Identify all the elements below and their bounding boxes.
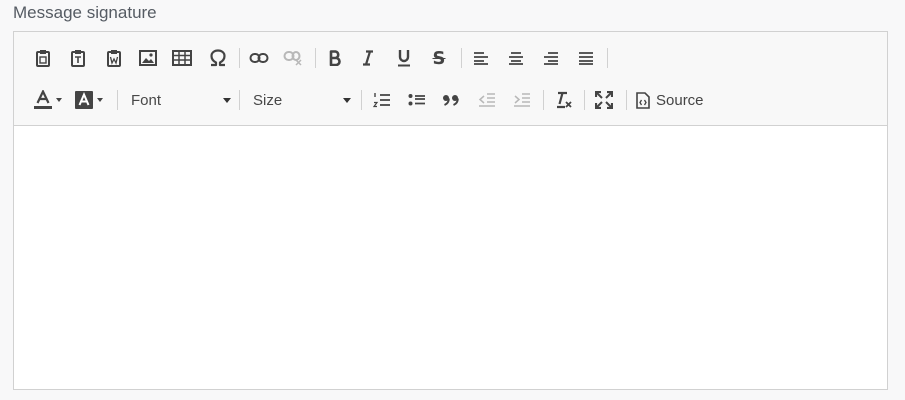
toolbar-separator bbox=[607, 48, 608, 68]
toolbar-separator bbox=[239, 48, 240, 68]
link-button[interactable] bbox=[245, 45, 273, 71]
paste-text-icon bbox=[71, 50, 85, 67]
toolbar-separator bbox=[239, 90, 240, 110]
paste-word-icon bbox=[107, 50, 121, 67]
toolbar-separator bbox=[584, 90, 585, 110]
toolbar-separator bbox=[543, 90, 544, 110]
toolbar-separator bbox=[117, 90, 118, 110]
chevron-down-icon bbox=[343, 97, 351, 103]
table-button[interactable] bbox=[168, 45, 196, 71]
paste-icon bbox=[36, 50, 50, 67]
unlink-button[interactable] bbox=[279, 45, 307, 71]
chevron-down-icon bbox=[97, 98, 103, 102]
paste-text-button[interactable] bbox=[64, 45, 92, 71]
font-size-value: Size bbox=[253, 91, 283, 109]
maximize-button[interactable] bbox=[590, 87, 618, 113]
chevron-down-icon bbox=[56, 98, 62, 102]
underline-button[interactable] bbox=[390, 45, 418, 71]
special-char-button[interactable] bbox=[204, 45, 232, 71]
source-button[interactable]: Source bbox=[636, 87, 704, 113]
align-right-button[interactable] bbox=[537, 45, 565, 71]
text-color-button[interactable] bbox=[34, 87, 62, 113]
rich-text-editor: S Font Size Source bbox=[13, 31, 888, 390]
increase-indent-button[interactable] bbox=[508, 87, 536, 113]
toolbar-separator bbox=[315, 48, 316, 68]
numbered-list-icon bbox=[373, 93, 390, 108]
paste-button[interactable] bbox=[29, 45, 57, 71]
align-left-button[interactable] bbox=[467, 45, 495, 71]
italic-icon bbox=[363, 50, 373, 66]
toolbar-separator bbox=[626, 90, 627, 110]
italic-button[interactable] bbox=[354, 45, 382, 71]
font-family-select[interactable]: Font bbox=[131, 88, 231, 112]
remove-format-button[interactable] bbox=[549, 87, 577, 113]
background-color-button[interactable] bbox=[75, 87, 103, 113]
font-family-value: Font bbox=[131, 91, 162, 109]
align-right-icon bbox=[544, 52, 558, 65]
bulleted-list-icon bbox=[408, 94, 425, 106]
unlink-icon bbox=[283, 51, 302, 66]
image-icon bbox=[139, 50, 157, 66]
bold-icon bbox=[329, 50, 341, 66]
font-size-select[interactable]: Size bbox=[253, 88, 351, 112]
text-color-icon bbox=[34, 90, 52, 109]
editor-toolbar: S Font Size Source bbox=[14, 32, 887, 126]
source-button-label: Source bbox=[656, 91, 704, 109]
editor-content-area[interactable] bbox=[14, 126, 887, 389]
decrease-indent-button[interactable] bbox=[473, 87, 501, 113]
omega-icon bbox=[210, 49, 226, 67]
bulleted-list-button[interactable] bbox=[403, 87, 431, 113]
chevron-down-icon bbox=[223, 97, 231, 103]
remove-format-icon bbox=[557, 91, 572, 109]
strikethrough-icon: S bbox=[432, 47, 446, 69]
strikethrough-button[interactable]: S bbox=[425, 45, 453, 71]
maximize-icon bbox=[595, 91, 613, 109]
justify-button[interactable] bbox=[572, 45, 600, 71]
numbered-list-button[interactable] bbox=[368, 87, 396, 113]
justify-icon bbox=[579, 52, 593, 65]
align-center-button[interactable] bbox=[502, 45, 530, 71]
align-left-icon bbox=[474, 52, 488, 65]
toolbar-separator bbox=[361, 90, 362, 110]
blockquote-button[interactable] bbox=[437, 87, 465, 113]
field-label: Message signature bbox=[13, 3, 157, 22]
quote-icon bbox=[443, 95, 459, 106]
underline-icon bbox=[398, 50, 410, 67]
outdent-icon bbox=[478, 93, 495, 107]
source-icon bbox=[636, 91, 650, 109]
background-color-icon bbox=[75, 91, 93, 109]
indent-icon bbox=[514, 93, 530, 107]
align-center-icon bbox=[509, 52, 523, 65]
paste-from-word-button[interactable] bbox=[100, 45, 128, 71]
image-button[interactable] bbox=[134, 45, 162, 71]
table-icon bbox=[172, 50, 192, 66]
bold-button[interactable] bbox=[321, 45, 349, 71]
link-icon bbox=[249, 53, 269, 63]
toolbar-separator bbox=[461, 48, 462, 68]
